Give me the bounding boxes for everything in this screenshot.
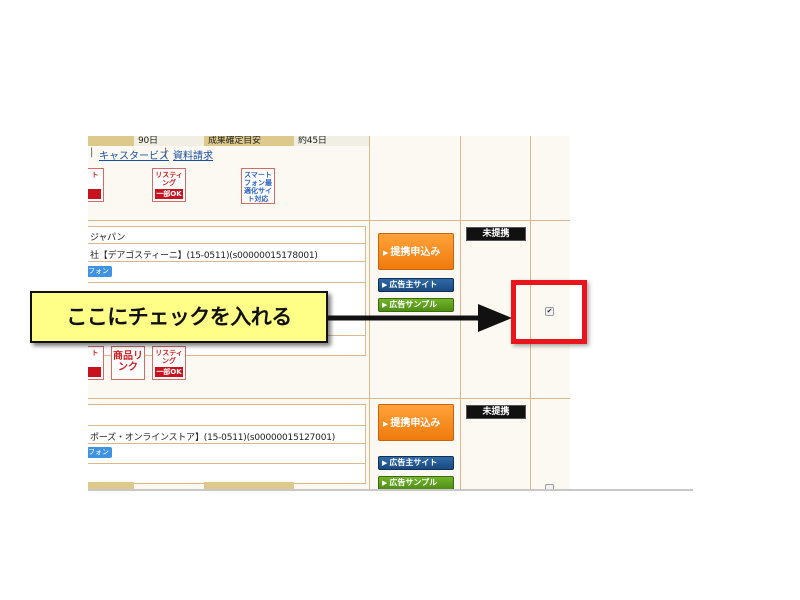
document-request-link[interactable]: 資料請求 [173,147,213,162]
ad-sample-button[interactable]: ▶ 広告サンプル [378,476,454,490]
pointer-arrow-icon [326,304,512,332]
row-divider [88,398,570,399]
listing-icon: リスティング 一部OK [152,346,186,380]
feature-label: 商品リンク [113,351,143,373]
info-label-cell: 成果確定目安 [204,136,294,146]
info-value: 約45日 [298,136,327,146]
caster-biz-link[interactable]: キャスタービズ [99,147,169,162]
info-divider [88,243,366,244]
feature-ok-band [88,189,101,199]
apply-button-label: 提携申込み [390,418,441,429]
info-label-cell [88,136,134,146]
info-value: 90日 [138,136,158,146]
play-triangle-icon: ▶ [382,459,388,467]
feature-ok-label: 一部OK [155,367,183,377]
row-divider [88,220,570,221]
feature-label: ト [91,171,99,179]
feature-partial-icon: ト [88,168,104,202]
info-divider [88,463,366,464]
link-separator: | [164,147,168,158]
program-name: 社【デアゴスティーニ】(15-0511)(s00000015178001) [90,251,318,261]
smartphone-badge: フォン [88,447,112,458]
instruction-callout: ここにチェックを入れる [30,291,328,343]
feature-ok-label: 一部OK [155,189,183,199]
info-divider [88,443,366,444]
smartphone-badge: フォン [88,266,112,277]
feature-partial-icon: ト [88,346,104,380]
feature-label: リスティング [155,171,183,187]
play-triangle-icon: ▶ [383,249,389,257]
product-link-icon: 商品リンク [111,346,145,380]
info-divider [88,425,366,426]
feature-label: リスティング [155,349,183,365]
program-info-box: ポーズ・オンラインストア】(15-0511)(s00000015127001) … [88,404,366,484]
advertiser-site-button[interactable]: ▶ 広告主サイト [378,456,454,470]
apply-button[interactable]: ▶ 提携申込み [378,233,454,270]
info-divider [88,261,366,262]
play-triangle-icon: ▶ [382,479,388,487]
apply-button[interactable]: ▶ 提携申込み [378,404,454,441]
page-edge-line [88,489,693,491]
feature-ok-band [88,367,101,377]
advertiser-site-label: 広告主サイト [389,458,438,467]
info-label: 成果確定目安 [208,136,261,146]
play-triangle-icon: ▶ [382,281,388,289]
play-triangle-icon: ▶ [383,420,389,428]
smartphone-optimized-icon: スマートフォン最適化サイト対応 [241,168,275,204]
advertiser-name: ジャパン [90,233,126,243]
info-value-cell: 約45日 [294,136,369,146]
advertiser-site-button[interactable]: ▶ 広告主サイト [378,278,454,292]
highlight-frame [511,280,587,344]
partnership-status-badge: 未提携 [466,405,526,419]
apply-button-label: 提携申込み [390,247,441,258]
ad-sample-label: 広告サンプル [389,478,438,487]
feature-label: スマートフォン最適化サイト対応 [244,171,272,203]
feature-label: ト [91,349,99,357]
advertiser-site-label: 広告主サイト [389,280,438,289]
listing-icon: リスティング 一部OK [152,168,186,202]
link-separator: | [90,147,94,158]
info-divider [88,282,366,283]
partnership-status-badge: 未提携 [466,227,526,241]
info-value-cell: 90日 [134,136,204,146]
program-name: ポーズ・オンラインストア】(15-0511)(s00000015127001) [90,433,336,443]
